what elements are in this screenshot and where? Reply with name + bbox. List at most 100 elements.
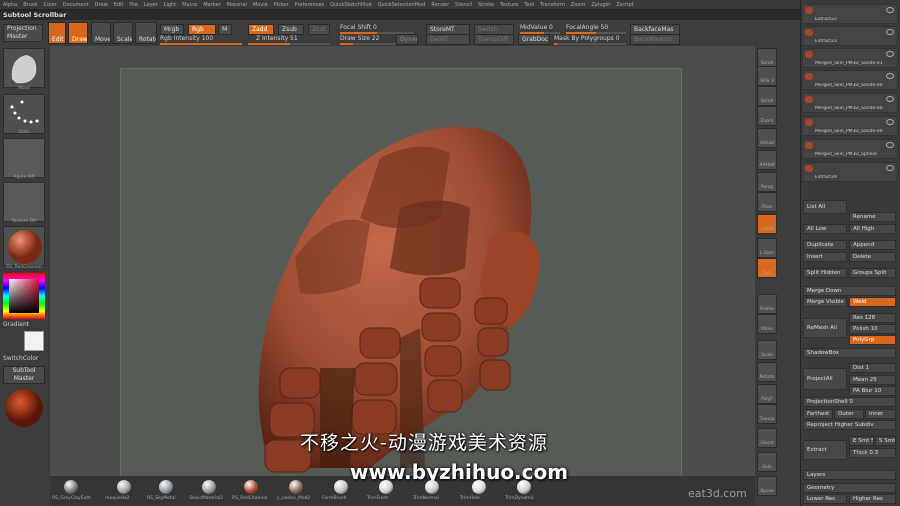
menu-item-light[interactable]: Light [164,2,176,8]
switchcolor-button[interactable]: SwitchColor [3,355,39,362]
rename-button[interactable]: Rename [849,212,896,222]
menu-item-layer[interactable]: Layer [144,2,158,8]
menu-item-movie[interactable]: Movie [253,2,268,8]
shadowbox-button[interactable]: ShadowBox [803,348,896,358]
subtool-item[interactable]: Merged_Skin_PM3D_Sando-00 [802,70,898,90]
geometry-header[interactable]: Geometry [803,483,896,493]
move-button[interactable]: Move [91,22,111,44]
visibility-eye-icon[interactable] [886,165,894,171]
groups-split-button[interactable]: Groups Split [849,268,896,278]
secondary-color-swatch[interactable] [24,331,44,351]
material-preview[interactable] [3,388,45,428]
menu-item-zplugin[interactable]: Zplugin [591,2,610,8]
all-high-button[interactable]: All High [849,224,896,234]
farthest-button[interactable]: Farthest [803,409,833,419]
scale-button[interactable]: Scale [113,22,133,44]
focalangle-slider[interactable]: FocalAngle 50 [566,24,608,31]
menu-item-stencil[interactable]: Stencil [455,2,472,8]
subtool-item[interactable]: Extract22 [802,4,898,24]
split-hidden-button[interactable]: Split Hidden [803,268,847,278]
alpha-tile[interactable] [3,138,45,178]
mask-by-polygroups-slider[interactable]: Mask By Polygroups 0 [554,35,620,42]
polish-slider[interactable]: Polish 10 [849,324,896,334]
remesh-all-button[interactable]: ReMesh All [803,318,847,338]
material-tile[interactable] [3,226,45,266]
e-smt-slider[interactable]: E Smt 5 [849,436,874,446]
brush-move-tile[interactable] [3,48,45,88]
subtool-item[interactable]: Merged_Skin_PM3D_Sando-00 [802,93,898,113]
projection-master-button[interactable]: Projection Master [3,24,43,42]
visibility-eye-icon[interactable] [886,142,894,148]
material-swatch[interactable] [425,480,439,494]
material-swatch[interactable] [159,480,173,494]
menu-item-edit[interactable]: Edit [114,2,124,8]
backmaskint-button[interactable]: BackMaskInt [630,34,680,45]
menu-item-macro[interactable]: Macro [182,2,197,8]
pa-blur-slider[interactable]: PA Blur 10 [849,386,896,396]
visibility-eye-icon[interactable] [886,96,894,102]
stroke-dots-tile[interactable] [3,94,45,134]
grabdoc-button[interactable]: GrabDoc [518,34,550,45]
menu-item-preferences[interactable]: Preferences [295,2,324,8]
insert-button[interactable]: Insert [803,252,847,262]
list-all-button[interactable]: List All [803,200,847,214]
reproject-higher-subdiv-button[interactable]: Reproject Higher Subdiv [803,420,896,430]
weld-button[interactable]: Weld [849,297,896,307]
draw-button[interactable]: Draw [68,22,88,44]
outer-button[interactable]: Outer [834,409,864,419]
subtool-master-button[interactable]: SubTool Master [3,366,45,384]
menu-item-alpha[interactable]: Alpha [3,2,17,8]
midvalue-slider[interactable]: MidValue 0 [520,24,553,31]
draw-size-slider[interactable]: Draw Size 22 [340,35,379,42]
rgb-button[interactable]: Rgb [188,24,216,35]
main-color-swatch[interactable] [3,331,21,351]
gradient-label[interactable]: Gradient [3,321,29,328]
lower-res-button[interactable]: Lower Res [803,494,847,504]
subtool-item[interactable]: Extract23 [802,26,898,46]
rotate-button[interactable]: Rotate [135,22,157,44]
menu-item-quicksketchmod[interactable]: QuickSketchMod [330,2,372,8]
delmt-button[interactable]: DelMT [426,34,470,45]
menu-item-draw[interactable]: Draw [95,2,108,8]
subtool-item[interactable]: Merged_Skin_PM3D_Sando-00 [802,116,898,136]
mrgb-button[interactable]: Mrgb [160,24,184,35]
menu-item-zoom[interactable]: Zoom [571,2,585,8]
subtool-item[interactable]: Merged_Skin_PM3D_Sando-01 [802,48,898,68]
zadd-button[interactable]: Zadd [248,24,274,35]
menu-item-stroke[interactable]: Stroke [478,2,494,8]
visibility-eye-icon[interactable] [886,7,894,13]
thick-slider[interactable]: Thick 0.3 [849,448,896,458]
transpdiff-button[interactable]: TranspDiff [474,34,514,45]
menu-item-texture[interactable]: Texture [500,2,518,8]
menu-item-material[interactable]: Material [227,2,247,8]
subtool-item[interactable]: Merged_Skin_PM3D_Sphere [802,139,898,159]
menu-item-file[interactable]: File [129,2,137,8]
menu-item-picker[interactable]: Picker [274,2,289,8]
m-button[interactable]: M [218,24,232,35]
higher-res-button[interactable]: Higher Res [849,494,896,504]
material-swatch[interactable] [202,480,216,494]
material-swatch[interactable] [117,480,131,494]
visibility-eye-icon[interactable] [886,51,894,57]
menu-item-transform[interactable]: Transform [540,2,565,8]
subtool-item[interactable]: Extract39 [802,162,898,182]
menu-item-render[interactable]: Render [431,2,449,8]
menu-item-document[interactable]: Document [63,2,89,8]
merge-down-button[interactable]: Merge Down [803,286,896,296]
dist-slider[interactable]: Dist 1 [849,363,896,373]
z-intensity-slider[interactable]: Z Intensity 51 [256,35,298,42]
mask-polygroups-track[interactable] [554,43,626,45]
visibility-eye-icon[interactable] [886,73,894,79]
material-swatch[interactable] [289,480,303,494]
rgb-intensity-slider[interactable]: Rgb Intensity 100 [160,35,213,42]
projectall-button[interactable]: ProjectAll [803,368,847,390]
mean-slider[interactable]: Mean 25 [849,375,896,385]
all-low-button[interactable]: All Low [803,224,847,234]
inner-button[interactable]: Inner [865,409,896,419]
material-swatch[interactable] [244,480,258,494]
z-intensity-track[interactable] [248,43,330,45]
append-button[interactable]: Append [849,240,896,250]
color-picker[interactable] [3,273,45,319]
material-swatch[interactable] [379,480,393,494]
material-swatch[interactable] [334,480,348,494]
